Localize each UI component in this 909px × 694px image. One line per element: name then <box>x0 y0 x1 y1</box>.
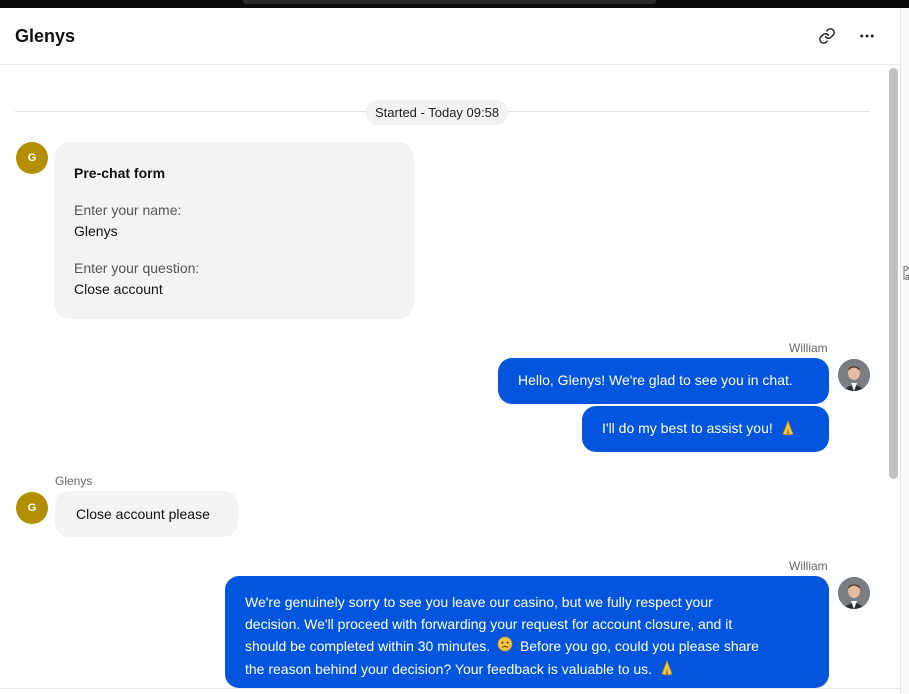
agent-avatar <box>838 577 870 609</box>
message-text-line: decision. We'll proceed with forwarding … <box>245 616 733 632</box>
message-sender-name: William <box>789 559 828 573</box>
visitor-avatar: G <box>16 142 48 174</box>
chat-header: Glenys <box>0 8 900 65</box>
visitor-avatar: G <box>16 492 48 524</box>
side-panel-edge: pc la <box>900 8 909 694</box>
prechat-name-label: Enter your name: <box>74 202 182 218</box>
prechat-name-value: Glenys <box>74 223 118 239</box>
agent-photo-icon <box>838 577 870 609</box>
agent-message-bubble: Hello, Glenys! We're glad to see you in … <box>498 358 829 404</box>
visitor-message-bubble: Close account please <box>55 491 238 537</box>
message-sender-name: Glenys <box>55 474 93 488</box>
edge-text-fragment: pc la <box>903 263 909 282</box>
agent-avatar <box>838 359 870 391</box>
more-horizontal-icon <box>860 34 874 38</box>
message-text-line: should be completed within 30 minutes. B… <box>245 635 819 658</box>
message-text: Close account please <box>76 506 210 522</box>
agent-photo-icon <box>838 359 870 391</box>
agent-message-bubble: We're genuinely sorry to see you leave o… <box>225 576 829 688</box>
agent-message-bubble: I'll do my best to assist you! <box>582 406 829 452</box>
message-text-line: We're genuinely sorry to see you leave o… <box>245 594 713 610</box>
prechat-question-label: Enter your question: <box>74 260 200 276</box>
prechat-question-value: Close account <box>74 281 163 297</box>
sad-face-emoji <box>497 636 513 658</box>
prechat-form-card: Pre-chat form Enter your name: Glenys En… <box>54 142 414 319</box>
message-text: I'll do my best to assist you! <box>602 420 773 437</box>
more-options-button[interactable] <box>855 24 879 48</box>
message-sender-name: William <box>789 341 828 355</box>
message-text-line: the reason behind your decision? Your fe… <box>245 658 819 681</box>
scrollbar-thumb[interactable] <box>889 68 898 479</box>
chat-bottom-border <box>0 688 900 689</box>
message-text: Hello, Glenys! We're glad to see you in … <box>518 372 793 388</box>
window-top-bar <box>0 0 909 8</box>
chat-started-label: Started - Today 09:58 <box>366 100 509 125</box>
top-bar-pill <box>243 0 656 4</box>
chat-title: Glenys <box>15 26 76 46</box>
copy-link-button[interactable] <box>815 24 839 48</box>
link-icon <box>819 28 835 44</box>
prechat-form-title: Pre-chat form <box>74 165 166 181</box>
folded-hands-emoji <box>780 419 796 439</box>
folded-hands-emoji <box>659 659 675 682</box>
